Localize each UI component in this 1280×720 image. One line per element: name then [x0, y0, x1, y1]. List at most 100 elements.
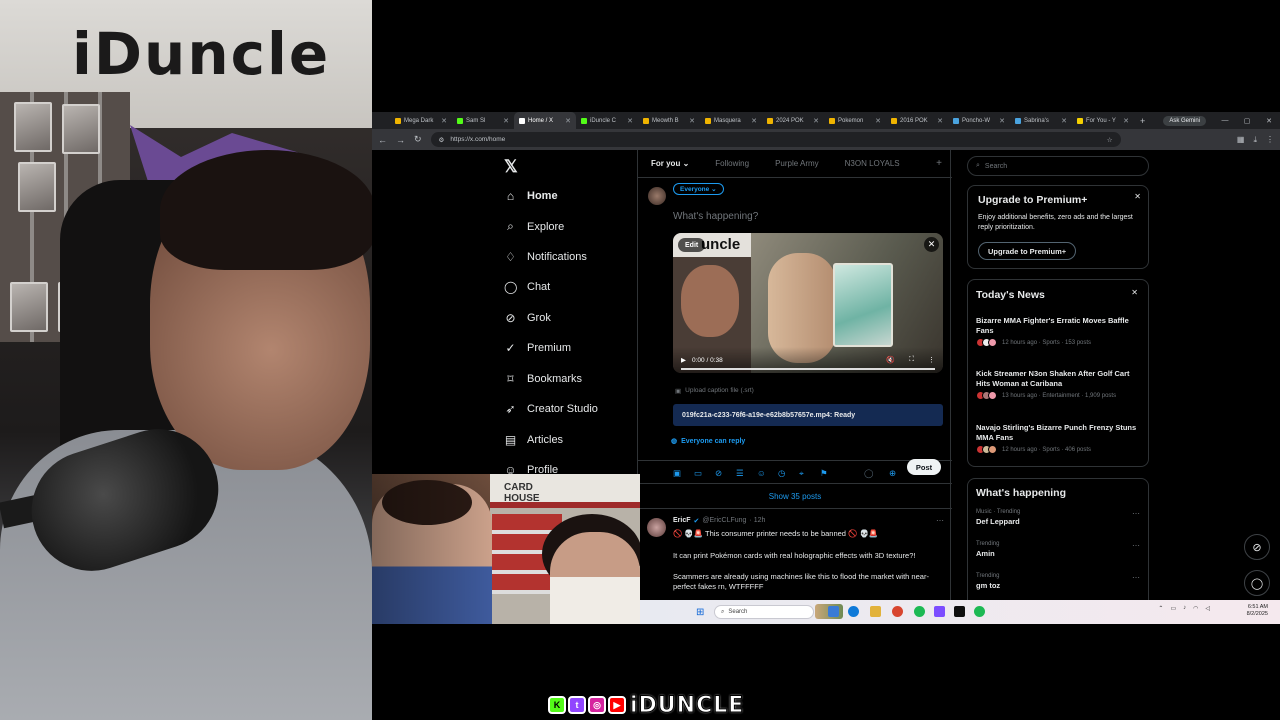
play-icon[interactable]: ▶ — [681, 356, 686, 364]
browser-tab[interactable]: 2016 POK ✕ — [886, 112, 948, 129]
browser-tab[interactable]: Sabrina's ✕ — [1010, 112, 1072, 129]
edge-icon[interactable] — [848, 606, 859, 617]
tab-following[interactable]: Following — [702, 159, 762, 168]
ask-gemini-button[interactable]: Ask Gemini — [1163, 115, 1206, 126]
show-posts-link[interactable]: Show 35 posts — [638, 483, 952, 509]
discord-icon[interactable] — [934, 606, 945, 617]
obs-icon[interactable] — [914, 606, 925, 617]
close-tab-icon[interactable]: ✕ — [689, 117, 695, 125]
tweet[interactable]: EricF ✔ @EricCLFung · 12h ⋯ 🚫 💀🚨 This co… — [638, 509, 952, 600]
close-news-icon[interactable]: ✕ — [1131, 288, 1138, 297]
reply-setting[interactable]: ◍ Everyone can reply — [671, 437, 745, 446]
trend-item[interactable]: Music · Trending Def Leppard ⋯ — [976, 509, 1144, 526]
upload-caption-link[interactable]: ▣ Upload caption file (.srt) — [675, 387, 754, 395]
search-box[interactable]: ⌕ Search — [967, 156, 1149, 176]
trend-item[interactable]: Trending gm toz ⋯ — [976, 573, 1144, 590]
nav-item-premium[interactable]: ✓ Premium — [504, 341, 571, 355]
trend-more-icon[interactable]: ⋯ — [1132, 573, 1140, 582]
browser-tab[interactable]: Sam Sl ✕ — [452, 112, 514, 129]
compose-input[interactable]: What's happening? — [673, 211, 758, 222]
reload-icon[interactable]: ↻ — [414, 134, 422, 145]
system-tray[interactable]: ⌃ ▭ ♪ ◠ ◁ — [1158, 605, 1210, 612]
mute-icon[interactable]: 🔇 — [886, 356, 895, 364]
close-tab-icon[interactable]: ✕ — [937, 117, 943, 125]
app-icon[interactable] — [954, 606, 965, 617]
taskview-icon[interactable] — [828, 606, 839, 617]
chrome-icon[interactable] — [892, 606, 903, 617]
bookmark-star-icon[interactable]: ☆ — [1107, 136, 1113, 144]
nav-item-grok[interactable]: ⊘ Grok — [504, 311, 550, 325]
downloads-icon[interactable]: ⤓ — [1253, 135, 1257, 145]
close-tab-icon[interactable]: ✕ — [1123, 117, 1129, 125]
gif-icon[interactable]: ▭ — [694, 468, 702, 479]
close-tab-icon[interactable]: ✕ — [1061, 117, 1067, 125]
nav-item-notifications[interactable]: ♢ Notifications — [504, 250, 587, 264]
tab-n3on-loyals[interactable]: N3ON LOYALS — [832, 159, 913, 168]
taskbar-clock[interactable]: 6:51 AM 8/2/2025 — [1247, 604, 1268, 618]
tweet-handle[interactable]: @EricCLFung — [702, 517, 746, 525]
close-premium-icon[interactable]: ✕ — [1134, 192, 1141, 201]
forward-icon[interactable]: → — [396, 135, 405, 145]
add-post-icon[interactable]: ⊕ — [889, 468, 896, 479]
browser-tab[interactable]: Poncho-W ✕ — [948, 112, 1010, 129]
search-input[interactable]: Search — [985, 163, 1007, 170]
upgrade-premium-button[interactable]: Upgrade to Premium+ — [978, 242, 1077, 260]
browser-tab[interactable]: 2024 POK ✕ — [762, 112, 824, 129]
browser-tab[interactable]: Pokemon ✕ — [824, 112, 886, 129]
nav-item-chat[interactable]: ◯ Chat — [504, 280, 550, 294]
attached-video[interactable]: uncle Edit ✕ ▶ 0:00 / 0:38 🔇 ⛶ ⋮ — [673, 233, 943, 373]
grok-float-icon[interactable]: ⊘ — [1244, 534, 1270, 560]
schedule-icon[interactable]: ◷ — [778, 468, 785, 479]
tweet-avatar[interactable] — [647, 518, 666, 537]
add-tab-icon[interactable]: + — [936, 158, 942, 169]
nav-item-home[interactable]: ⌂ Home — [504, 189, 558, 203]
close-tab-icon[interactable]: ✕ — [813, 117, 819, 125]
close-window-icon[interactable]: ✕ — [1258, 117, 1280, 125]
news-item[interactable]: Kick Streamer N3on Shaken After Golf Car… — [976, 369, 1144, 400]
site-info-icon[interactable]: ⚙ — [439, 136, 445, 144]
audience-selector[interactable]: Everyone ⌄ — [673, 183, 724, 195]
emoji-icon[interactable]: ☺ — [757, 468, 766, 478]
tweet-time[interactable]: · 12h — [749, 517, 765, 525]
close-tab-icon[interactable]: ✕ — [565, 117, 571, 125]
poll-icon[interactable]: ☰ — [736, 468, 744, 479]
nav-item-bookmarks[interactable]: ⌑ Bookmarks — [504, 372, 582, 386]
back-icon[interactable]: ← — [378, 135, 387, 145]
close-tab-icon[interactable]: ✕ — [627, 117, 633, 125]
nav-item-articles[interactable]: ▤ Articles — [504, 433, 563, 447]
trend-more-icon[interactable]: ⋯ — [1132, 541, 1140, 550]
close-tab-icon[interactable]: ✕ — [999, 117, 1005, 125]
browser-tab[interactable]: Meowth B ✕ — [638, 112, 700, 129]
user-avatar[interactable] — [648, 187, 666, 205]
grok-compose-icon[interactable]: ⊘ — [715, 468, 722, 479]
menu-icon[interactable]: ⋮ — [1266, 135, 1274, 145]
browser-tab[interactable]: For You - Y ✕ — [1072, 112, 1134, 129]
browser-tab[interactable]: Mega Dark ✕ — [390, 112, 452, 129]
messages-float-icon[interactable]: ◯ — [1244, 570, 1270, 596]
taskbar-search[interactable]: ⌕ Search — [714, 605, 814, 619]
location-icon[interactable]: ⌖ — [799, 468, 804, 479]
extensions-icon[interactable]: ▦ — [1237, 135, 1245, 145]
spotify-icon[interactable] — [974, 606, 985, 617]
browser-tab[interactable]: iDuncle C ✕ — [576, 112, 638, 129]
address-bar[interactable]: ⚙ https://x.com/home ☆ — [430, 132, 1121, 147]
tab-for-you[interactable]: For you ⌄ — [638, 159, 702, 168]
post-button[interactable]: Post — [907, 459, 941, 475]
image-icon[interactable]: ▣ — [673, 468, 681, 479]
video-more-icon[interactable]: ⋮ — [928, 356, 935, 364]
explorer-icon[interactable] — [870, 606, 881, 617]
tweet-more-icon[interactable]: ⋯ — [936, 516, 944, 525]
new-tab-button[interactable]: + — [1134, 116, 1151, 126]
close-tab-icon[interactable]: ✕ — [503, 117, 509, 125]
trend-more-icon[interactable]: ⋯ — [1132, 509, 1140, 518]
fullscreen-icon[interactable]: ⛶ — [909, 356, 914, 364]
close-tab-icon[interactable]: ✕ — [875, 117, 881, 125]
tweet-author-name[interactable]: EricF — [673, 517, 691, 525]
news-item[interactable]: Bizarre MMA Fighter's Erratic Moves Baff… — [976, 316, 1144, 347]
nav-item-creator-studio[interactable]: ➶ Creator Studio — [504, 402, 597, 416]
minimize-icon[interactable]: — — [1214, 117, 1236, 124]
close-tab-icon[interactable]: ✕ — [751, 117, 757, 125]
browser-tab[interactable]: Home / X ✕ — [514, 112, 576, 129]
browser-tab[interactable]: Masquera ✕ — [700, 112, 762, 129]
flag-icon[interactable]: ⚑ — [820, 468, 828, 479]
